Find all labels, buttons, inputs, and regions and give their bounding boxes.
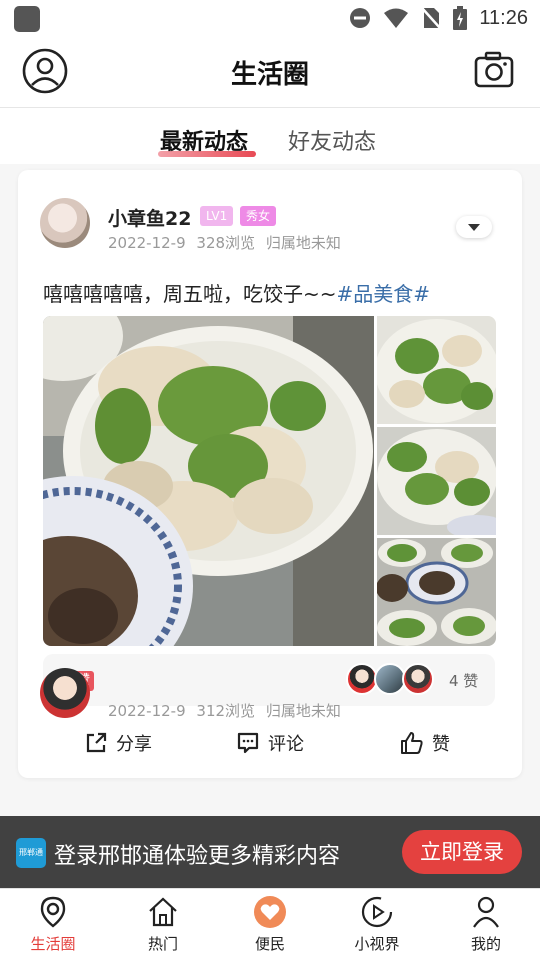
share-icon <box>86 732 107 753</box>
comment-label: 评论 <box>268 734 304 755</box>
person-icon <box>473 896 499 928</box>
tab-friends[interactable]: 好友动态 <box>288 124 376 156</box>
login-banner: 邢郸通 登录邢邯通体验更多精彩内容 立即登录 <box>0 816 540 888</box>
nav-label: 热门 <box>147 935 178 953</box>
video-play-icon <box>361 896 393 928</box>
app-logo: 邢郸通 <box>16 838 46 868</box>
login-button[interactable]: 立即登录 <box>402 830 522 874</box>
dumplings-photo <box>377 427 496 535</box>
nav-label: 便民 <box>254 935 285 953</box>
nav-label: 生活圈 <box>30 935 76 953</box>
post-date: 2022-12-9 <box>108 702 186 720</box>
post-meta: 2022-12-9 328浏览 归属地未知 <box>108 232 347 253</box>
bottom-nav: 生活圈 热门 便民 小视界 我的 <box>0 888 540 960</box>
wifi-icon <box>384 8 409 28</box>
like-label: 赞 <box>432 734 450 755</box>
post-views: 312浏览 <box>196 702 256 720</box>
thumbs-up-icon <box>401 732 423 754</box>
likes-summary[interactable]: 点赞 4 赞 <box>43 654 495 706</box>
post-text: 嘻嘻嘻嘻嘻，周五啦，吃饺子~~#品美食# <box>43 278 430 307</box>
camera-icon[interactable] <box>474 50 514 90</box>
post-views: 328浏览 <box>196 234 256 252</box>
page-title: 生活圈 <box>230 60 309 90</box>
next-post-meta: 2022-12-9 312浏览 归属地未知 <box>108 700 347 721</box>
dumplings-photo <box>377 538 496 646</box>
app-header: 生活圈 <box>0 36 540 108</box>
do-not-disturb-icon <box>350 8 371 28</box>
home-icon <box>149 897 177 927</box>
location-pin-icon <box>40 896 66 928</box>
feed-list[interactable]: 小章鱼22 LV1 秀女 2022-12-9 328浏览 归属地未知 嘻嘻嘻嘻嘻… <box>0 164 540 888</box>
post-location: 归属地未知 <box>265 702 341 720</box>
feed-tabs: 最新动态 好友动态 <box>0 108 540 164</box>
post-username[interactable]: 小章鱼22 <box>108 204 191 231</box>
post-date: 2022-12-9 <box>108 234 186 252</box>
nav-item-life-circle[interactable]: 生活圈 <box>8 895 98 954</box>
like-count: 4 赞 <box>449 672 479 690</box>
post-body: 嘻嘻嘻嘻嘻，周五啦，吃饺子~~ <box>43 282 337 306</box>
nav-item-mini-vision[interactable]: 小视界 <box>332 895 422 954</box>
status-icons: 11:26 <box>349 4 528 32</box>
dumplings-photo <box>43 316 374 646</box>
post-photo-4[interactable] <box>377 538 496 646</box>
topic-link[interactable]: #品美食# <box>337 282 431 306</box>
avatar <box>402 663 434 695</box>
title-badge: 秀女 <box>240 206 277 226</box>
status-time: 11:26 <box>479 6 528 29</box>
share-button[interactable]: 分享 <box>84 730 152 756</box>
post-photo-2[interactable] <box>377 316 496 424</box>
like-button[interactable]: 赞 <box>400 730 450 756</box>
tab-latest[interactable]: 最新动态 <box>160 124 248 156</box>
login-banner-text: 登录邢邯通体验更多精彩内容 <box>54 844 341 869</box>
dumplings-photo <box>377 316 496 424</box>
post-menu-button[interactable] <box>456 216 492 238</box>
nav-item-hot[interactable]: 热门 <box>118 895 208 954</box>
comment-icon <box>237 732 259 754</box>
chevron-down-icon <box>468 223 480 231</box>
level-badge: LV1 <box>200 206 234 226</box>
nav-item-mine[interactable]: 我的 <box>441 895 531 954</box>
comment-button[interactable]: 评论 <box>236 730 304 756</box>
nav-label: 我的 <box>470 935 501 953</box>
nav-label: 小视界 <box>354 935 400 953</box>
avatar[interactable] <box>40 668 90 718</box>
no-sim-icon <box>421 7 442 29</box>
post-actions: 分享 评论 赞 <box>18 726 522 766</box>
post-photo-3[interactable] <box>377 427 496 535</box>
post-card: 小章鱼22 LV1 秀女 2022-12-9 328浏览 归属地未知 嘻嘻嘻嘻嘻… <box>18 170 522 778</box>
share-label: 分享 <box>116 734 152 755</box>
avatar[interactable] <box>40 198 90 248</box>
nav-item-services[interactable]: 便民 <box>225 895 315 954</box>
status-bar: 11:26 <box>0 0 540 36</box>
app-notification-icon <box>14 6 40 32</box>
post-photo-main[interactable] <box>43 316 374 646</box>
heart-icon <box>254 896 286 928</box>
battery-charging-icon <box>453 6 468 30</box>
post-location: 归属地未知 <box>265 234 341 252</box>
